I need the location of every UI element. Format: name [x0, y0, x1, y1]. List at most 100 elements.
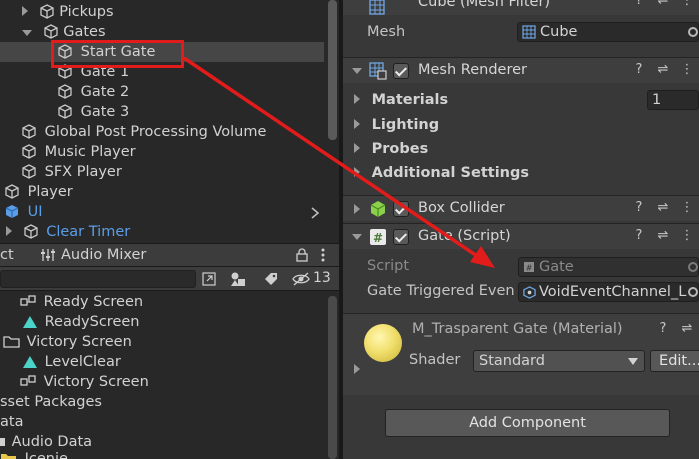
section-label: Probes — [371, 141, 429, 157]
presets-icon[interactable]: ⇌ — [651, 200, 675, 215]
component-header-buttons: ? ⇌ ⋮ — [627, 62, 699, 77]
presets-icon[interactable]: ⇌ — [651, 0, 675, 8]
help-icon[interactable]: ? — [627, 62, 651, 77]
hierarchy-item-gates[interactable]: Gates — [22, 22, 106, 42]
gameobject-cube-icon — [58, 104, 72, 119]
hierarchy-item-ui[interactable]: UI — [4, 202, 43, 222]
label-tag-icon[interactable] — [264, 272, 278, 286]
hierarchy-item-pickups[interactable]: Pickups — [22, 2, 114, 22]
expand-arrow-icon — [354, 94, 360, 104]
filter-by-type-icon[interactable] — [230, 271, 246, 287]
hierarchy-item-clear-timer[interactable]: Clear Timer — [6, 222, 130, 242]
gameobject-cube-icon — [22, 164, 36, 179]
project-item[interactable]: LevelClear — [22, 352, 121, 372]
hierarchy-item-label: Player — [27, 184, 73, 200]
gameobject-cube-icon — [23, 224, 38, 239]
project-search-input[interactable] — [0, 270, 196, 288]
presets-icon[interactable]: ⇌ — [651, 62, 675, 77]
mesh-renderer-header[interactable]: Mesh Renderer ? ⇌ ⋮ — [343, 57, 699, 83]
collapse-arrow-icon[interactable] — [352, 234, 362, 240]
project-item-label: Icenie — [24, 451, 68, 459]
probes-foldout[interactable]: Probes — [354, 139, 428, 159]
gameobject-cube-icon — [39, 4, 54, 19]
audio-mixer-icon — [41, 249, 55, 261]
hierarchy-item-sfx-player[interactable]: SFX Player — [21, 162, 122, 182]
component-header-buttons: ? ⇌ ⋮ — [627, 0, 699, 8]
chevron-right-icon[interactable] — [310, 207, 320, 219]
material-title: M_Trasparent Gate (Material) — [412, 321, 623, 337]
mesh-field[interactable]: Cube — [517, 22, 699, 42]
additional-settings-foldout[interactable]: Additional Settings — [354, 163, 529, 183]
hierarchy-item-label: Music Player — [44, 144, 136, 160]
chevron-down-icon — [628, 358, 638, 365]
object-picker-icon[interactable] — [688, 287, 698, 297]
gameobject-cube-icon — [22, 144, 36, 159]
hierarchy-item-gate-2[interactable]: Gate 2 — [57, 82, 129, 102]
edit-shader-button-label: Edit... — [659, 353, 699, 369]
project-item[interactable]: ReadyScreen — [22, 312, 139, 332]
presets-icon[interactable]: ⇌ — [675, 321, 699, 336]
presets-icon[interactable]: ⇌ — [651, 228, 675, 243]
expand-arrow-icon[interactable] — [354, 204, 360, 214]
gate-triggered-event-field[interactable]: VoidEventChannel_L — [518, 282, 699, 302]
edit-shader-button[interactable]: Edit... — [650, 350, 699, 372]
project-scrollbar[interactable] — [328, 296, 337, 459]
project-item[interactable]: ata — [0, 412, 23, 432]
collapse-arrow-icon[interactable] — [22, 30, 32, 36]
project-item[interactable]: Icenie — [0, 449, 68, 459]
help-icon[interactable]: ? — [627, 228, 651, 243]
kebab-menu-icon[interactable] — [320, 248, 326, 262]
more-options-icon[interactable]: ⋮ — [675, 62, 699, 77]
expand-arrow-icon[interactable] — [6, 226, 12, 236]
mesh-filter-header[interactable]: Cube (Mesh Filter) ? ⇌ ⋮ — [343, 0, 699, 15]
lighting-foldout[interactable]: Lighting — [354, 115, 439, 135]
animation-clip-icon — [23, 316, 37, 328]
more-options-icon[interactable]: ⋮ — [675, 0, 699, 8]
object-picker-icon[interactable] — [688, 27, 698, 37]
folder-icon — [0, 438, 5, 446]
box-collider-header[interactable]: Box Collider ? ⇌ ⋮ — [343, 195, 699, 221]
enabled-checkbox[interactable] — [393, 201, 409, 217]
hierarchy-item-player[interactable]: Player — [4, 182, 73, 202]
hierarchy-scrollbar[interactable] — [328, 0, 337, 140]
hierarchy-item-global-post-processing-volume[interactable]: Global Post Processing Volume — [21, 122, 266, 142]
more-options-icon[interactable]: ⋮ — [675, 200, 699, 215]
materials-count-field[interactable]: 1 — [647, 90, 699, 110]
animation-clip-icon — [23, 356, 37, 368]
enabled-checkbox[interactable] — [393, 229, 409, 245]
csharp-script-icon: # — [370, 229, 386, 245]
materials-foldout[interactable]: Materials — [354, 90, 448, 110]
tab-project[interactable]: ct — [0, 247, 14, 263]
tab-label: Audio Mixer — [61, 247, 147, 263]
lock-icon[interactable] — [296, 248, 308, 262]
project-item-label: Victory Screen — [26, 334, 132, 350]
tab-audio-mixer[interactable]: Audio Mixer — [32, 244, 152, 266]
project-item[interactable]: sset Packages — [0, 392, 102, 412]
open-window-icon[interactable] — [202, 272, 216, 286]
hierarchy-item-gate-3[interactable]: Gate 3 — [57, 102, 129, 122]
gameobject-cube-icon — [58, 84, 72, 99]
hierarchy-item-music-player[interactable]: Music Player — [21, 142, 136, 162]
project-item-label: Ready Screen — [43, 294, 144, 310]
enabled-checkbox[interactable] — [393, 63, 409, 79]
project-item[interactable]: Victory Screen — [20, 372, 149, 392]
project-item[interactable]: Ready Screen — [20, 292, 143, 312]
shader-label: Shader — [409, 352, 461, 368]
mesh-value: Cube — [540, 24, 578, 40]
collapse-arrow-icon[interactable] — [352, 68, 362, 74]
add-component-button[interactable]: Add Component — [385, 409, 670, 437]
hierarchy-item-label: Gate 3 — [80, 104, 130, 120]
expand-arrow-icon[interactable] — [22, 6, 28, 16]
gameobject-cube-icon — [22, 124, 36, 139]
gate-script-header[interactable]: # Gate (Script) ? ⇌ ⋮ — [343, 223, 699, 249]
expand-arrow-icon[interactable] — [354, 364, 360, 374]
more-options-icon[interactable]: ⋮ — [675, 228, 699, 243]
project-item[interactable]: Victory Screen — [3, 332, 132, 352]
shader-value: Standard — [479, 353, 545, 369]
help-icon[interactable]: ? — [627, 0, 651, 8]
box-collider-icon — [370, 201, 386, 217]
help-icon[interactable]: ? — [651, 321, 675, 336]
shader-dropdown[interactable]: Standard — [473, 350, 645, 372]
help-icon[interactable]: ? — [627, 200, 651, 215]
hierarchy-item-label: Gate 2 — [80, 84, 130, 100]
